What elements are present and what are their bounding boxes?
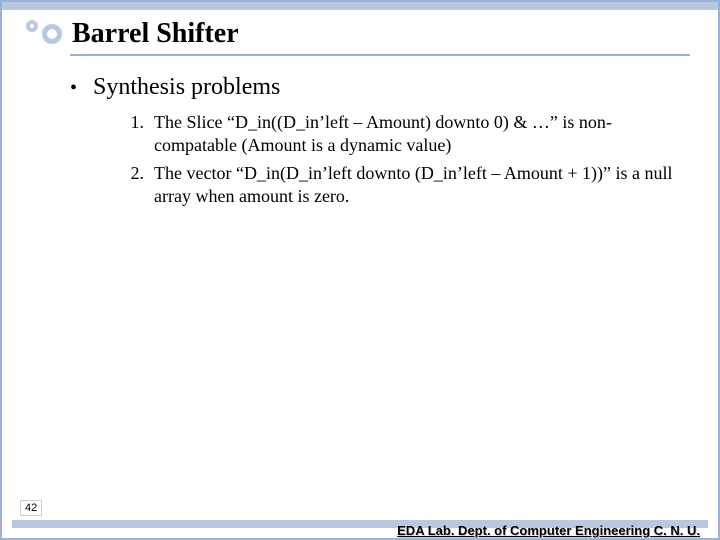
list-number: 2. bbox=[126, 162, 144, 209]
heading-bullet: • bbox=[70, 77, 77, 100]
list-item: 2. The vector “D_in(D_in’left downto (D_… bbox=[126, 162, 678, 209]
list: 1. The Slice “D_in((D_in’left – Amount) … bbox=[126, 111, 678, 209]
slide-title: Barrel Shifter bbox=[72, 18, 239, 50]
footer-text: EDA Lab. Dept. of Computer Engineering C… bbox=[397, 523, 700, 538]
top-bar bbox=[2, 2, 718, 10]
list-item: 1. The Slice “D_in((D_in’left – Amount) … bbox=[126, 111, 678, 158]
page-number: 42 bbox=[20, 500, 42, 516]
list-number: 1. bbox=[126, 111, 144, 158]
content: • Synthesis problems 1. The Slice “D_in(… bbox=[70, 74, 678, 213]
heading-row: • Synthesis problems bbox=[70, 74, 678, 101]
slide: Barrel Shifter • Synthesis problems 1. T… bbox=[0, 0, 720, 540]
list-text: The Slice “D_in((D_in’left – Amount) dow… bbox=[154, 111, 678, 158]
circles-icon bbox=[26, 20, 62, 48]
title-underline bbox=[70, 54, 690, 56]
heading-text: Synthesis problems bbox=[93, 74, 280, 101]
title-row: Barrel Shifter bbox=[26, 18, 694, 50]
list-text: The vector “D_in(D_in’left downto (D_in’… bbox=[154, 162, 678, 209]
